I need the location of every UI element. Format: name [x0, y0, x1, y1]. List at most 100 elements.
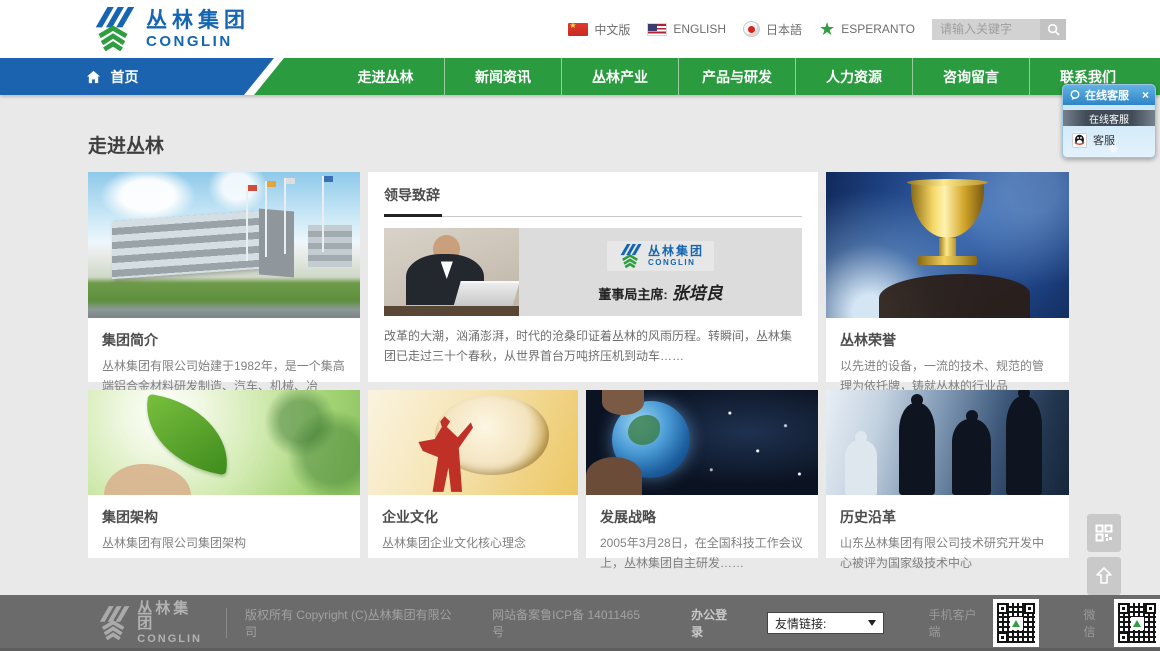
search-button[interactable] — [1040, 19, 1066, 40]
qq-service-label: 客服 — [1093, 132, 1115, 148]
card-row-1: 集团简介 丛林集团有限公司始建于1982年，是一个集高端铝合金材料研发制造、汽车… — [88, 172, 1069, 382]
card-text: 山东丛林集团有限公司技术研究开发中心被评为国家级技术中心 — [840, 534, 1055, 574]
nav-item-industry[interactable]: 丛林产业 — [561, 58, 678, 95]
chess-photo — [826, 390, 1069, 495]
card-title: 发展战略 — [600, 507, 804, 527]
icp-text[interactable]: 网站备案鲁ICP备 14011465号 — [492, 606, 645, 640]
lang-label: ESPERANTO — [841, 22, 915, 36]
chat-bubble-icon — [1069, 89, 1081, 101]
card-structure[interactable]: 集团架构 丛林集团有限公司集团架构 — [88, 390, 360, 558]
chairman-line: 董事局主席: 张培良 — [598, 279, 722, 304]
conglin-logo-gray-icon — [95, 606, 131, 640]
lang-label: 中文版 — [594, 21, 630, 38]
wechat-qr-code — [1114, 599, 1160, 647]
mobile-app-label: 手机客户端 — [928, 606, 985, 640]
lang-label: ENGLISH — [673, 22, 726, 36]
card-culture[interactable]: 企业文化 丛林集团企业文化核心理念 — [368, 390, 578, 558]
card-group-intro[interactable]: 集团简介 丛林集团有限公司始建于1982年，是一个集高端铝合金材料研发制造、汽车… — [88, 172, 360, 382]
search-input[interactable] — [932, 19, 1040, 40]
lang-english[interactable]: ENGLISH — [647, 22, 726, 36]
language-bar: 中文版 ENGLISH 日本語 ESPERANTO — [568, 0, 1066, 58]
online-service-title: 在线客服 — [1085, 87, 1138, 103]
close-icon[interactable]: × — [1142, 89, 1149, 101]
card-strategy[interactable]: 发展战略 2005年3月28日，在全国科技工作会议上，丛林集团自主研发…… — [586, 390, 818, 558]
banner-logo-cn: 丛林集团 — [648, 245, 704, 257]
footer-logo-cn: 丛林集团 — [137, 601, 206, 631]
nav-item-hr[interactable]: 人力资源 — [795, 58, 912, 95]
friend-links-select[interactable]: 友情链接: — [767, 612, 884, 634]
banner-panel: 丛林集团 CONGLIN 董事局主席: 张培良 — [519, 228, 802, 316]
esperanto-star-icon — [819, 20, 835, 38]
lang-japanese[interactable]: 日本語 — [743, 21, 802, 38]
usa-flag-icon — [647, 23, 667, 36]
header: 丛林集团 CONGLIN 中文版 ENGLISH 日本語 ESPERANTO — [0, 0, 1160, 58]
lang-esperanto[interactable]: ESPERANTO — [819, 20, 915, 38]
nav-item-message[interactable]: 咨询留言 — [912, 58, 1029, 95]
conglin-logo-icon — [88, 7, 138, 51]
drummer-photo — [368, 390, 578, 495]
main-nav: 首页 走进丛林 新闻资讯 丛林产业 产品与研发 人力资源 咨询留言 联系我们 — [0, 58, 1160, 95]
card-honors[interactable]: 丛林荣誉 以先进的设备，一流的技术、规范的管理为依托牌，铸就丛林的行业品 — [826, 172, 1069, 382]
nav-item-home[interactable]: 首页 — [0, 58, 274, 95]
qr-float-button[interactable] — [1087, 514, 1121, 552]
card-row-2: 集团架构 丛林集团有限公司集团架构 企业文化 丛林集团企业文化核心理念 发展战略… — [88, 390, 1069, 558]
chairman-photo — [384, 228, 519, 316]
footer-logo-en: CONGLIN — [137, 634, 206, 645]
back-to-top-button[interactable] — [1087, 557, 1121, 595]
page-title: 走进丛林 — [88, 131, 164, 158]
japan-flag-icon — [743, 21, 760, 37]
home-icon — [86, 70, 101, 84]
online-service-widget: 在线客服 × 在线客服 客服 — [1062, 84, 1156, 158]
nav-item-news[interactable]: 新闻资讯 — [444, 58, 561, 95]
wechat-group: 微信 — [1083, 599, 1160, 647]
company-logo[interactable]: 丛林集团 CONGLIN — [88, 7, 250, 51]
title-underline — [384, 214, 802, 217]
qq-service-item[interactable]: 客服 — [1063, 126, 1155, 154]
conglin-logo-icon — [617, 244, 643, 268]
card-text: 改革的大潮，汹涌澎湃，时代的沧桑印证着丛林的风雨历程。转瞬间，丛林集团已走过三十… — [384, 326, 802, 367]
mobile-app-qr-code — [993, 599, 1039, 647]
leaf-photo — [88, 390, 360, 495]
footer-divider — [226, 608, 227, 638]
banner-logo-en: CONGLIN — [648, 259, 704, 267]
lang-label: 日本語 — [766, 21, 802, 38]
china-flag-icon — [568, 23, 588, 36]
card-history[interactable]: 历史沿革 山东丛林集团有限公司技术研究开发中心被评为国家级技术中心 — [826, 390, 1069, 558]
leader-banner: 丛林集团 CONGLIN 董事局主席: 张培良 — [384, 228, 802, 316]
search-box — [932, 19, 1066, 40]
qr-icon — [1095, 524, 1113, 542]
office-login-link[interactable]: 办公登录 — [691, 606, 737, 640]
nav-item-products[interactable]: 产品与研发 — [678, 58, 795, 95]
card-title: 历史沿革 — [840, 507, 1055, 527]
online-service-header[interactable]: 在线客服 × — [1063, 85, 1155, 105]
online-service-section: 在线客服 — [1063, 110, 1155, 126]
card-leader-speech[interactable]: 领导致辞 丛林集团 CONGLIN 董事局主席:张 — [368, 172, 818, 382]
card-title: 企业文化 — [382, 507, 564, 527]
lang-chinese[interactable]: 中文版 — [568, 21, 630, 38]
wechat-label: 微信 — [1083, 606, 1106, 640]
card-title: 领导致辞 — [384, 185, 802, 205]
chairman-signature: 张培良 — [672, 284, 723, 304]
card-text: 丛林集团企业文化核心理念 — [382, 534, 564, 554]
up-arrow-icon — [1094, 566, 1114, 586]
footer-logo: 丛林集团 CONGLIN — [95, 601, 206, 645]
search-icon — [1047, 23, 1060, 36]
banner-logo: 丛林集团 CONGLIN — [607, 241, 714, 271]
nav-menu: 走进丛林 新闻资讯 丛林产业 产品与研发 人力资源 咨询留言 联系我们 — [327, 58, 1146, 95]
card-title: 集团架构 — [102, 507, 346, 527]
card-title: 集团简介 — [102, 330, 346, 350]
copyright-text: 版权所有 Copyright (C)丛林集团有限公司 — [245, 606, 454, 640]
trophy-photo — [826, 172, 1069, 318]
dropdown-arrow-icon — [868, 620, 876, 626]
chairman-role: 董事局主席: — [598, 287, 667, 302]
card-text: 丛林集团有限公司集团架构 — [102, 534, 346, 554]
mobile-app-group: 手机客户端 — [928, 599, 1039, 647]
logo-text: 丛林集团 CONGLIN — [146, 10, 250, 49]
card-text: 2005年3月28日，在全国科技工作会议上，丛林集团自主研发…… — [600, 534, 804, 574]
footer: 丛林集团 CONGLIN 版权所有 Copyright (C)丛林集团有限公司 … — [0, 595, 1160, 651]
building-photo — [88, 172, 360, 318]
friend-links-label: 友情链接: — [775, 615, 826, 632]
nav-item-about[interactable]: 走进丛林 — [327, 58, 444, 95]
logo-text-cn: 丛林集团 — [146, 10, 250, 31]
card-title: 丛林荣誉 — [840, 330, 1055, 350]
